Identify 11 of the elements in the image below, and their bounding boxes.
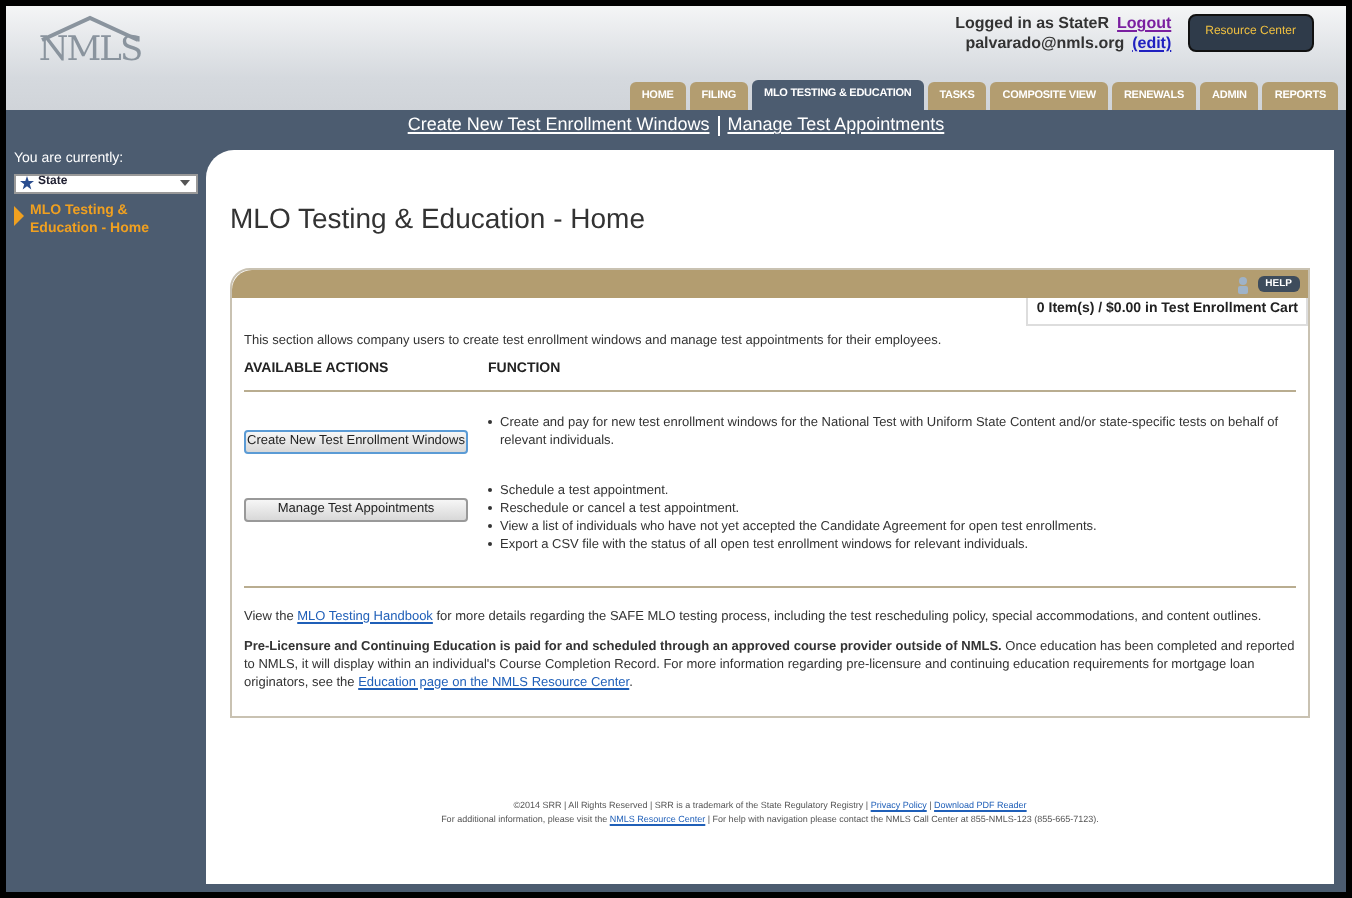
logout-link[interactable]: Logout xyxy=(1117,14,1172,34)
person-icon xyxy=(1235,275,1250,293)
edit-link[interactable]: (edit) xyxy=(1132,34,1172,54)
star-icon xyxy=(20,176,34,190)
logo: NMLS xyxy=(38,34,142,68)
subnav-link[interactable]: Manage Test Appointments xyxy=(727,112,945,140)
login-status: Logged in as StateR xyxy=(955,14,1110,34)
subnav-link[interactable]: Create New Test Enrollment Windows xyxy=(407,112,710,140)
dropdown-arrow-icon xyxy=(180,180,190,186)
user-email: palvarado@nmls.org xyxy=(965,34,1125,54)
page-title: MLO Testing & Education - Home xyxy=(230,200,648,238)
